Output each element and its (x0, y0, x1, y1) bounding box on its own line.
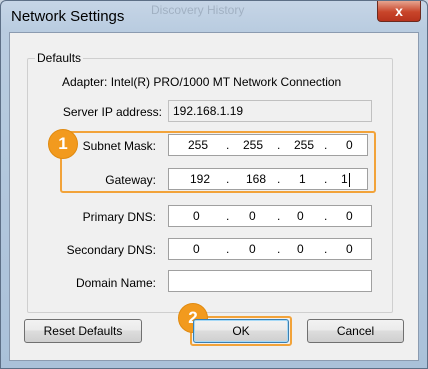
subnet-mask-label: Subnet Mask: (82, 139, 156, 153)
secondary-dns-dot-2: . (277, 242, 281, 256)
primary-dns-dot-1: . (226, 209, 230, 223)
primary-dns-dot-2: . (277, 209, 281, 223)
text-caret (349, 173, 350, 187)
secondary-dns-input[interactable]: 0 . 0 . 0 . 0 (168, 238, 372, 260)
gateway-octet-3[interactable]: 1 (299, 172, 306, 186)
primary-dns-input[interactable]: 0 . 0 . 0 . 0 (168, 205, 372, 227)
secondary-dns-octet-1[interactable]: 0 (193, 242, 200, 256)
primary-dns-octet-1[interactable]: 0 (193, 209, 200, 223)
gateway-label: Gateway: (105, 173, 156, 187)
primary-dns-octet-2[interactable]: 0 (249, 209, 256, 223)
gateway-input[interactable]: 192 . 168 . 1 . 1 (168, 168, 368, 190)
subnet-octet-1[interactable]: 255 (188, 138, 208, 152)
subnet-octet-4[interactable]: 0 (346, 138, 353, 152)
close-icon: x (395, 3, 403, 19)
secondary-dns-octet-3[interactable]: 0 (297, 242, 304, 256)
subnet-mask-input[interactable]: 255 . 255 . 255 . 0 (168, 134, 368, 156)
adapter-label: Adapter: Intel(R) PRO/1000 MT Network Co… (62, 75, 342, 89)
subnet-dot-1: . (226, 138, 230, 152)
subnet-dot-3: . (324, 138, 328, 152)
cancel-button[interactable]: Cancel (307, 319, 404, 343)
group-label: Defaults (35, 51, 84, 65)
primary-dns-octet-3[interactable]: 0 (297, 209, 304, 223)
gateway-octet-2[interactable]: 168 (246, 172, 266, 186)
secondary-dns-label: Secondary DNS: (66, 243, 156, 257)
server-ip-field: 192.168.1.19 (168, 100, 372, 122)
subnet-octet-3[interactable]: 255 (294, 138, 314, 152)
network-settings-window: Discovery History Network Settings x Def… (0, 0, 428, 369)
gateway-dot-2: . (277, 172, 281, 186)
gateway-dot-1: . (226, 172, 230, 186)
ok-button[interactable]: OK (193, 319, 289, 343)
background-window-title: Discovery History (151, 3, 245, 17)
primary-dns-dot-3: . (324, 209, 328, 223)
secondary-dns-octet-2[interactable]: 0 (249, 242, 256, 256)
subnet-dot-2: . (277, 138, 281, 152)
subnet-octet-2[interactable]: 255 (243, 138, 263, 152)
secondary-dns-dot-3: . (324, 242, 328, 256)
primary-dns-octet-4[interactable]: 0 (346, 209, 353, 223)
gateway-octet-4[interactable]: 1 (341, 172, 348, 186)
reset-defaults-button[interactable]: Reset Defaults (24, 319, 142, 343)
domain-name-input[interactable] (168, 270, 372, 292)
domain-name-label: Domain Name: (75, 276, 156, 290)
dialog-client-area: Defaults Adapter: Intel(R) PRO/1000 MT N… (9, 32, 419, 361)
secondary-dns-dot-1: . (226, 242, 230, 256)
secondary-dns-octet-4[interactable]: 0 (346, 242, 353, 256)
window-title: Network Settings (11, 8, 125, 25)
gateway-dot-3: . (324, 172, 328, 186)
gateway-octet-1[interactable]: 192 (190, 172, 210, 186)
server-ip-label: Server IP address: (62, 105, 162, 119)
primary-dns-label: Primary DNS: (82, 210, 156, 224)
close-button[interactable]: x (377, 1, 421, 22)
